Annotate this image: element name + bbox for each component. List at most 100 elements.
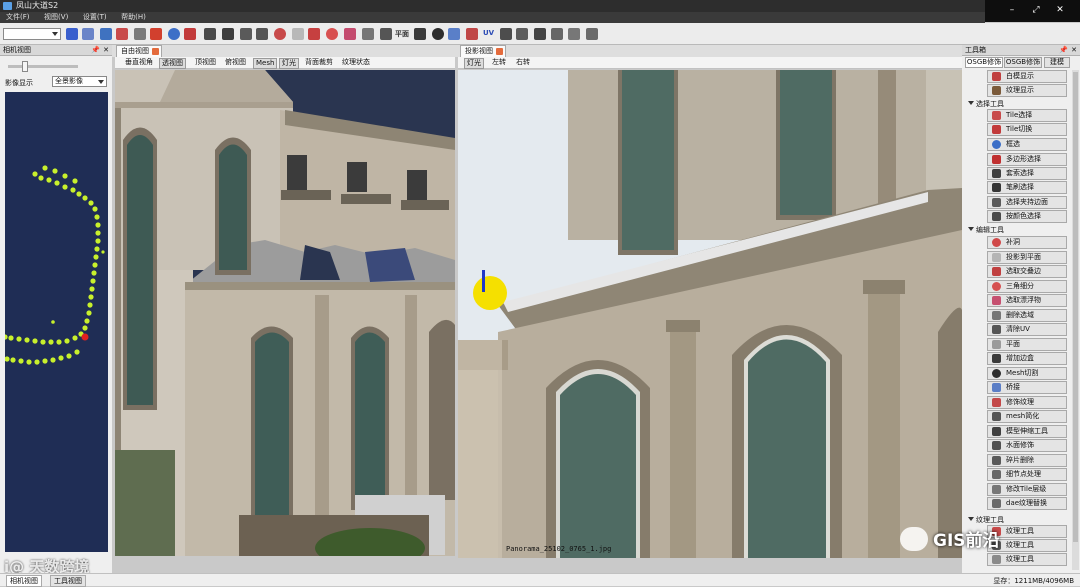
grid-tool-icon[interactable]: [586, 28, 598, 40]
tool-tile-level[interactable]: 修改Tile层级: [987, 483, 1067, 496]
tool-tile-select[interactable]: Tile选择: [987, 109, 1067, 122]
toolbox-scrollbar[interactable]: [1072, 70, 1079, 570]
frame-icon[interactable]: [134, 28, 146, 40]
btn-mesh[interactable]: Mesh: [253, 58, 278, 69]
brush-icon[interactable]: [222, 28, 234, 40]
select-area-icon[interactable]: [150, 28, 162, 40]
tool-mesh-cut[interactable]: Mesh切割: [987, 367, 1067, 380]
tab-close-icon[interactable]: [496, 48, 503, 55]
pin-icon[interactable]: 📌: [91, 45, 100, 56]
btn-perspective[interactable]: 透视图: [159, 58, 186, 69]
group-edit-tools[interactable]: 编辑工具: [968, 225, 1004, 235]
tool-subdivide[interactable]: 三角细分: [987, 280, 1067, 293]
document-icon[interactable]: [568, 28, 580, 40]
image-display-select[interactable]: 全景影像: [52, 76, 107, 87]
zoom-icon[interactable]: [168, 28, 180, 40]
overlap-edge-icon[interactable]: [308, 28, 320, 40]
stamp-icon[interactable]: [240, 28, 252, 40]
tab-free-view[interactable]: 自由视图: [116, 45, 162, 57]
tool-color-select[interactable]: 按颜色选择: [987, 210, 1067, 223]
save-icon[interactable]: [66, 28, 78, 40]
menu-help[interactable]: 帮助(H): [115, 12, 152, 23]
free-view-canvas[interactable]: [115, 70, 455, 556]
grid-icon[interactable]: [116, 28, 128, 40]
tool-mesh-simplify[interactable]: mesh简化: [987, 410, 1067, 423]
tool-fill-hole[interactable]: 补洞: [987, 236, 1067, 249]
tool-fragment-delete[interactable]: 碎片删除: [987, 454, 1067, 467]
tool-project-plane[interactable]: 投影到平面: [987, 251, 1067, 264]
tool-model-scale[interactable]: 模型伸缩工具: [987, 425, 1067, 438]
bottom-tab-tools[interactable]: 工具视图: [50, 575, 86, 587]
scrollbar-thumb[interactable]: [1073, 72, 1078, 542]
btn-texture-state[interactable]: 纹理状态: [340, 58, 372, 67]
minimize-icon[interactable]: –: [1005, 4, 1019, 16]
bridge-icon[interactable]: [448, 28, 460, 40]
undo-icon[interactable]: [362, 28, 374, 40]
btn-rotate-left[interactable]: 左转: [490, 58, 508, 67]
tool-plane[interactable]: 平面: [987, 338, 1067, 351]
tool-bridge[interactable]: 桥接: [987, 381, 1067, 394]
split-icon[interactable]: [184, 28, 196, 40]
tool-texture-3[interactable]: 纹理工具: [987, 553, 1067, 566]
texture-icon[interactable]: [466, 28, 478, 40]
close-icon[interactable]: ✕: [103, 45, 109, 56]
tool-fix-texture[interactable]: 修饰纹理: [987, 396, 1067, 409]
btn-vertical-view[interactable]: 垂直视角: [123, 58, 155, 67]
gear-icon[interactable]: [500, 28, 512, 40]
pin-icon[interactable]: 📌: [1059, 45, 1068, 56]
menu-file[interactable]: 文件(F): [0, 12, 36, 23]
tool-brush-select[interactable]: 笔刷选择: [987, 181, 1067, 194]
float-select-icon[interactable]: [344, 28, 356, 40]
btn-projection-light[interactable]: 灯光: [464, 58, 484, 69]
eraser-icon[interactable]: [380, 28, 392, 40]
btn-rotate-right[interactable]: 右转: [514, 58, 532, 67]
tool-tile-switch[interactable]: Tile切换: [987, 123, 1067, 136]
btn-top-view[interactable]: 顶视图: [193, 58, 218, 67]
group-select-tools[interactable]: 选择工具: [968, 99, 1004, 109]
image-slider[interactable]: [8, 61, 78, 72]
cut-icon[interactable]: [432, 28, 444, 40]
fill-hole-icon[interactable]: [274, 28, 286, 40]
wand-icon[interactable]: [256, 28, 268, 40]
tab-close-icon[interactable]: [152, 48, 159, 55]
pin-icon[interactable]: [534, 28, 546, 40]
tree-icon[interactable]: [551, 28, 563, 40]
close-icon[interactable]: ✕: [1053, 4, 1067, 16]
plane-label-icon[interactable]: 平面: [395, 29, 409, 39]
tool-select-clamp[interactable]: 选择夹持边面: [987, 196, 1067, 209]
menu-settings[interactable]: 设置(T): [77, 12, 113, 23]
tab-osgb-1[interactable]: OSGB修饰: [965, 57, 1003, 68]
toolbar-dropdown[interactable]: [3, 28, 61, 40]
tool-water-fix[interactable]: 水面修饰: [987, 439, 1067, 452]
tool-clear-uv[interactable]: 清除UV: [987, 323, 1067, 336]
tool-white-model[interactable]: 白模显示: [987, 70, 1067, 83]
subdivide-icon[interactable]: [326, 28, 338, 40]
triangle-icon[interactable]: [292, 28, 304, 40]
tab-modeling[interactable]: 建模: [1044, 57, 1070, 68]
trajectory-map[interactable]: [5, 92, 108, 552]
group-texture-tools[interactable]: 纹理工具: [968, 515, 1004, 525]
slider-handle[interactable]: [22, 61, 28, 72]
btn-bird-view[interactable]: 俯视图: [223, 58, 248, 67]
tool-lasso-select[interactable]: 套索选择: [987, 167, 1067, 180]
tab-osgb-2[interactable]: OSGB修饰: [1004, 57, 1042, 68]
tool-overlap-edge[interactable]: 选取交叠边: [987, 265, 1067, 278]
tool-delete-selection[interactable]: 删除选域: [987, 309, 1067, 322]
btn-light[interactable]: 灯光: [279, 58, 299, 69]
tab-projection-view[interactable]: 投影视图: [460, 45, 506, 57]
projection-view-canvas[interactable]: Panorama_25102_0765_1.jpg: [458, 70, 962, 558]
tool-polygon-select[interactable]: 多边形选择: [987, 153, 1067, 166]
menu-view[interactable]: 视图(V): [38, 12, 74, 23]
layer-icon[interactable]: [82, 28, 94, 40]
tile-icon[interactable]: [100, 28, 112, 40]
bottom-tab-camera[interactable]: 相机视图: [6, 575, 42, 587]
tool-float-select[interactable]: 选取漂浮物: [987, 294, 1067, 307]
tool-box-select[interactable]: 框选: [987, 138, 1067, 151]
tool-texture-display[interactable]: 纹理显示: [987, 84, 1067, 97]
cursor-icon[interactable]: [204, 28, 216, 40]
btn-backface-cull[interactable]: 背面裁剪: [303, 58, 335, 67]
close-icon[interactable]: ✕: [1071, 45, 1077, 56]
tool-add-box[interactable]: 增加边盒: [987, 352, 1067, 365]
tool-detail-point[interactable]: 细节点处理: [987, 468, 1067, 481]
uv-button[interactable]: UV: [483, 29, 494, 37]
